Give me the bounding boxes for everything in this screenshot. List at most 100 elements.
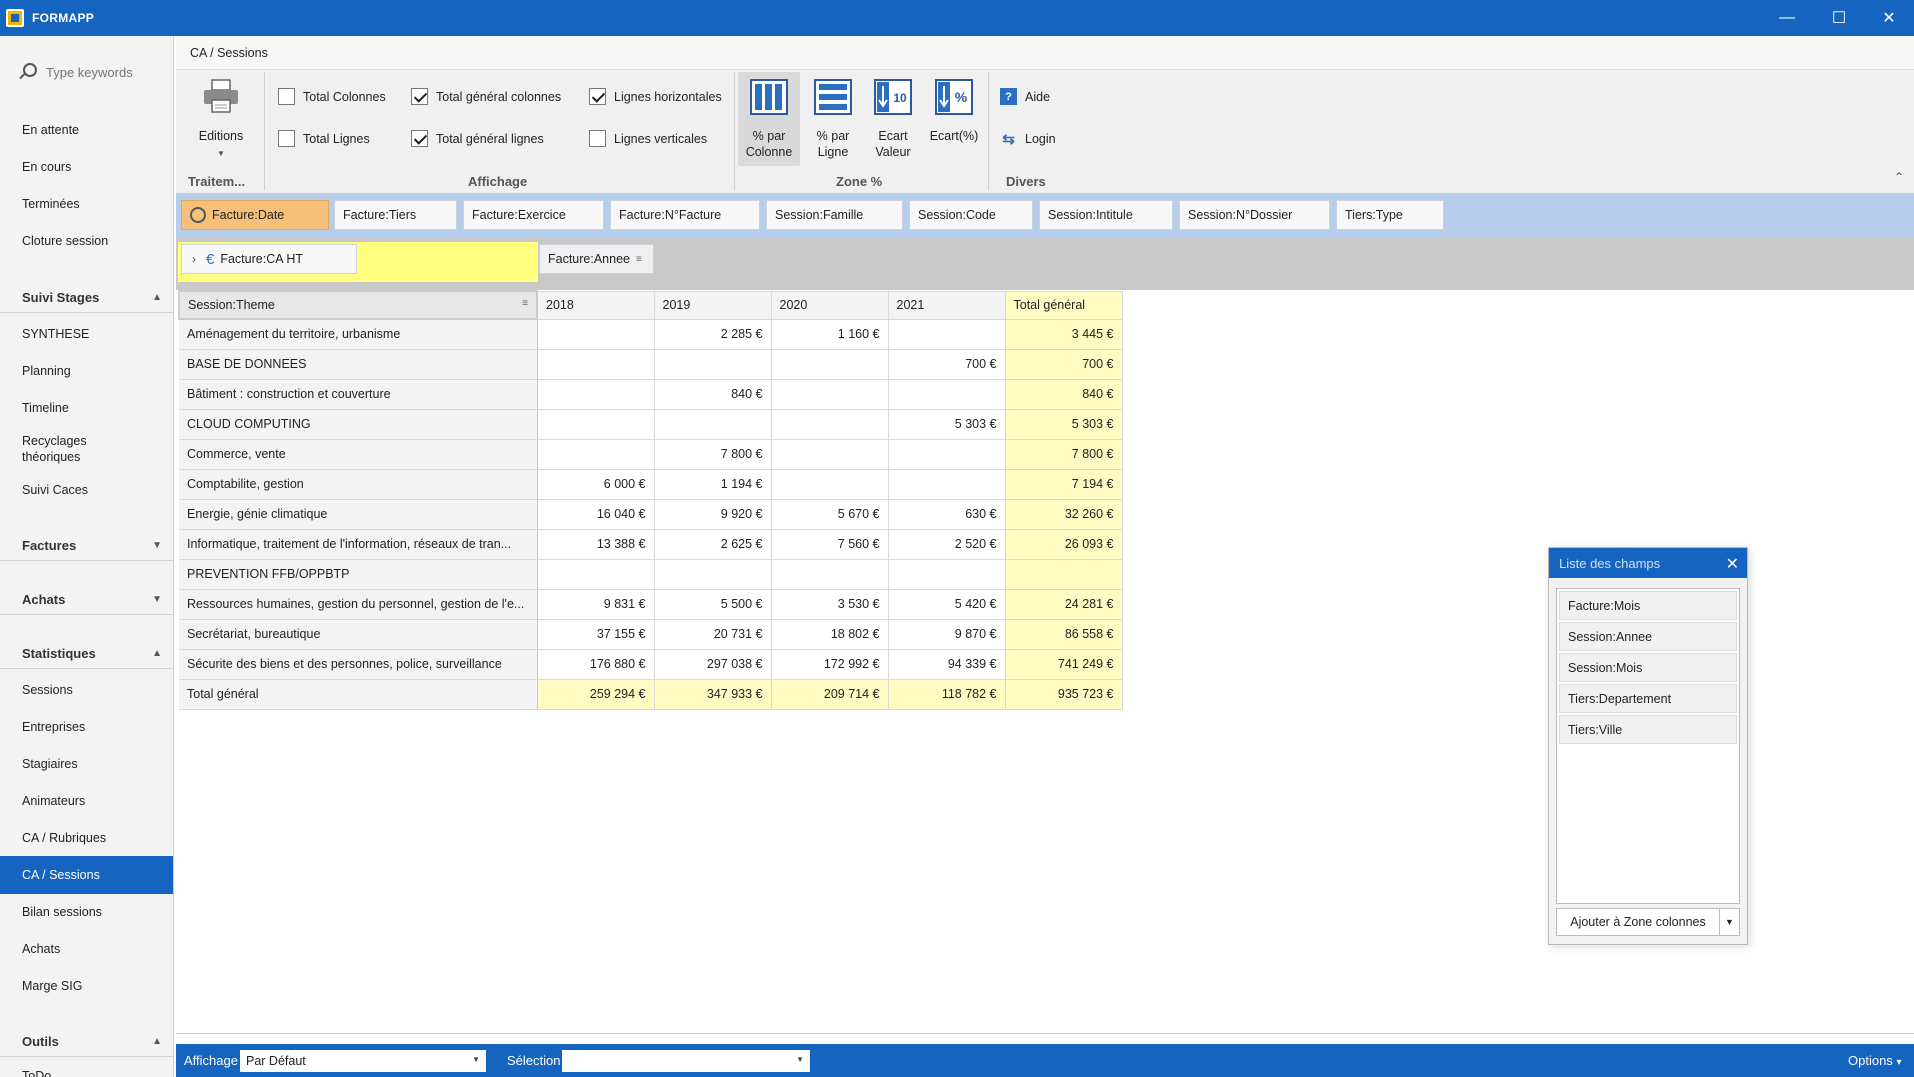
field-list-item[interactable]: Session:Mois xyxy=(1559,653,1737,682)
row-header[interactable]: Commerce, vente xyxy=(179,439,538,470)
field-list-item[interactable]: Facture:Mois xyxy=(1559,591,1737,620)
ecart-valeur-button[interactable]: 10 Ecart Valeur xyxy=(864,72,922,166)
table-cell: 2 285 € xyxy=(654,319,772,350)
checkbox-total-lignes[interactable]: Total Lignes xyxy=(278,130,370,147)
pct-par-colonne-button[interactable]: % par Colonne xyxy=(738,72,800,166)
checkbox-lignes-horizontales[interactable]: Lignes horizontales xyxy=(589,88,722,105)
collapse-ribbon-button[interactable]: ⌃ xyxy=(1894,170,1904,184)
divider xyxy=(734,72,735,190)
filter-field-session-famille[interactable]: Session:Famille xyxy=(766,200,903,230)
filter-field-tiers-type[interactable]: Tiers:Type xyxy=(1336,200,1444,230)
table-cell: 5 500 € xyxy=(654,589,772,620)
sidebar-item-recyclages[interactable]: Recyclages théoriques xyxy=(0,433,120,465)
sidebar-item-animateurs[interactable]: Animateurs xyxy=(0,793,173,809)
checkbox-total-colonnes[interactable]: Total Colonnes xyxy=(278,88,386,105)
row-header[interactable]: Aménagement du territoire, urbanisme xyxy=(179,319,538,350)
chevron-down-icon: ▾ xyxy=(1896,1057,1902,1068)
row-header[interactable]: Energie, génie climatique xyxy=(179,499,538,530)
section-outils[interactable]: Outils ▲ xyxy=(0,1034,173,1049)
sidebar-item-planning[interactable]: Planning xyxy=(0,363,173,379)
pct-par-ligne-button[interactable]: % par Ligne xyxy=(804,72,862,166)
column-header-total[interactable]: Total général xyxy=(1005,290,1123,320)
sidebar-item-en-attente[interactable]: En attente xyxy=(0,122,173,138)
sidebar-item-marge-sig[interactable]: Marge SIG xyxy=(0,978,173,994)
section-label: Achats xyxy=(22,592,66,607)
table-cell: 172 992 € xyxy=(771,649,889,680)
row-header[interactable]: BASE DE DONNEES xyxy=(179,349,538,380)
sidebar-item-stagiaires[interactable]: Stagiaires xyxy=(0,756,173,772)
field-list-item[interactable]: Tiers:Ville xyxy=(1559,715,1737,744)
checkbox-total-general-colonnes[interactable]: Total général colonnes xyxy=(411,88,561,105)
options-label: Options xyxy=(1848,1053,1893,1068)
row-header[interactable]: Total général xyxy=(179,679,538,710)
row-header[interactable]: CLOUD COMPUTING xyxy=(179,409,538,440)
field-list-item[interactable]: Session:Annee xyxy=(1559,622,1737,651)
section-statistiques[interactable]: Statistiques ▲ xyxy=(0,646,173,661)
section-achats[interactable]: Achats ▼ xyxy=(0,592,173,607)
sidebar-item-synthese[interactable]: SYNTHESE xyxy=(0,326,173,342)
sidebar-item-entreprises[interactable]: Entreprises xyxy=(0,719,173,735)
sidebar-item-sessions[interactable]: Sessions xyxy=(0,682,173,698)
login-button[interactable]: ⇆ Login xyxy=(1000,130,1055,148)
checkbox-lignes-verticales[interactable]: Lignes verticales xyxy=(589,130,707,147)
sidebar-item-suivi-caces[interactable]: Suivi Caces xyxy=(0,482,173,498)
filter-field-facture-nfacture[interactable]: Facture:N°Facture xyxy=(610,200,760,230)
editions-button[interactable]: Editions ▼ xyxy=(188,78,254,164)
filter-field-session-intitule[interactable]: Session:Intitule xyxy=(1039,200,1173,230)
sidebar-item-terminees[interactable]: Terminées xyxy=(0,196,173,212)
maximize-button[interactable]: ☐ xyxy=(1814,0,1864,36)
close-icon[interactable]: ✕ xyxy=(1726,554,1739,574)
row-header[interactable]: Secrétariat, bureautique xyxy=(179,619,538,650)
sidebar-item-bilan-sessions[interactable]: Bilan sessions xyxy=(0,904,173,920)
row-header[interactable]: PREVENTION FFB/OPPBTP xyxy=(179,559,538,590)
column-field-facture-annee[interactable]: Facture:Annee ≡ xyxy=(539,244,654,274)
aide-button[interactable]: ? Aide xyxy=(1000,88,1050,105)
row-header[interactable]: Sécurite des biens et des personnes, pol… xyxy=(179,649,538,680)
ecart-pct-button[interactable]: % Ecart(%) xyxy=(924,72,984,166)
column-header[interactable]: 2018 xyxy=(537,290,655,320)
sidebar-item-en-cours[interactable]: En cours xyxy=(0,159,173,175)
table-cell xyxy=(654,559,772,590)
column-header[interactable]: 2019 xyxy=(654,290,772,320)
search-input[interactable] xyxy=(46,64,156,80)
sidebar-item-achats-stats[interactable]: Achats xyxy=(0,941,173,957)
column-header[interactable]: 2020 xyxy=(771,290,889,320)
sidebar-item-timeline[interactable]: Timeline xyxy=(0,400,173,416)
affichage-combo[interactable]: Par Défaut ▼ xyxy=(240,1050,486,1072)
field-list-item[interactable]: Tiers:Departement xyxy=(1559,684,1737,713)
field-chip-label: Facture:CA HT xyxy=(220,252,304,266)
section-factures[interactable]: Factures ▼ xyxy=(0,538,173,553)
filter-field-session-code[interactable]: Session:Code xyxy=(909,200,1033,230)
minimize-button[interactable]: — xyxy=(1762,0,1812,36)
table-cell: 1 194 € xyxy=(654,469,772,500)
row-header[interactable]: Ressources humaines, gestion du personne… xyxy=(179,589,538,620)
data-field-facture-ca-ht[interactable]: › € Facture:CA HT xyxy=(181,244,357,274)
close-window-button[interactable]: ✕ xyxy=(1864,0,1914,36)
sidebar-item-todo[interactable]: ToDo xyxy=(0,1068,173,1077)
filter-field-facture-exercice[interactable]: Facture:Exercice xyxy=(463,200,604,230)
filter-field-facture-tiers[interactable]: Facture:Tiers xyxy=(334,200,457,230)
checkbox-box xyxy=(411,130,428,147)
options-button[interactable]: Options ▾ xyxy=(1848,1053,1901,1068)
column-header[interactable]: 2021 xyxy=(888,290,1006,320)
row-header[interactable]: Comptabilite, gestion xyxy=(179,469,538,500)
section-suivi-stages[interactable]: Suivi Stages ▲ xyxy=(0,290,173,305)
sidebar-item-cloture-session[interactable]: Cloture session xyxy=(0,233,173,249)
row-header[interactable]: Bâtiment : construction et couverture xyxy=(179,379,538,410)
add-to-columns-button[interactable]: Ajouter à Zone colonnes xyxy=(1556,908,1720,936)
sidebar-item-ca-rubriques[interactable]: CA / Rubriques xyxy=(0,830,173,846)
table-cell: 9 870 € xyxy=(888,619,1006,650)
table-cell: 1 160 € xyxy=(771,319,889,350)
selection-combo[interactable]: ▼ xyxy=(562,1050,810,1072)
sidebar-item-ca-sessions[interactable]: CA / Sessions xyxy=(0,856,173,894)
breadcrumb: CA / Sessions xyxy=(176,36,1914,70)
ecart-pct-label: Ecart(%) xyxy=(929,129,979,143)
row-field-session-theme[interactable]: Session:Theme ≡ xyxy=(178,290,538,320)
row-header[interactable]: Informatique, traitement de l'informatio… xyxy=(179,529,538,560)
filter-field-facture-date[interactable]: Facture:Date xyxy=(181,200,329,230)
checkbox-total-general-lignes[interactable]: Total général lignes xyxy=(411,130,544,147)
add-dropdown-arrow[interactable]: ▼ xyxy=(1720,908,1740,936)
group-label-affichage: Affichage xyxy=(468,174,528,189)
group-label-zone: Zone % xyxy=(836,174,883,189)
filter-field-session-ndossier[interactable]: Session:N°Dossier xyxy=(1179,200,1330,230)
